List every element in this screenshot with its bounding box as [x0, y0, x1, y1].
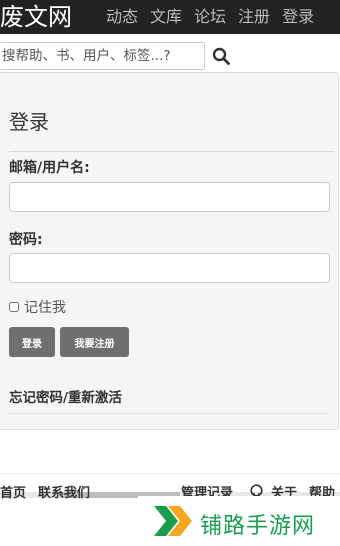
- username-label: 邮箱/用户名:: [9, 160, 90, 176]
- nav-item-register[interactable]: 注册: [238, 0, 270, 34]
- footer-contact-link[interactable]: 联系我们: [38, 482, 90, 501]
- site-logo[interactable]: 废文网: [0, 0, 72, 34]
- remember-me[interactable]: 记住我: [9, 298, 66, 316]
- remember-label: 记住我: [24, 300, 66, 316]
- title-divider: [9, 151, 334, 152]
- login-panel: 登录 邮箱/用户名: 密码: 记住我 登录 我要注册 忘记密码/重新激活: [0, 72, 339, 430]
- nav-menu: 动态 文库 论坛 注册 登录: [106, 0, 326, 34]
- watermark-badge: 铺路手游网: [138, 496, 340, 546]
- nav-item-forum[interactable]: 论坛: [194, 0, 226, 34]
- search-input[interactable]: [0, 42, 205, 70]
- forgot-divider: [9, 413, 328, 414]
- watermark-text: 铺路手游网: [200, 514, 316, 539]
- top-navbar: 废文网 动态 文库 论坛 注册 登录: [0, 0, 340, 34]
- search-icon: [212, 47, 230, 65]
- nav-item-login[interactable]: 登录: [282, 0, 314, 34]
- register-button[interactable]: 我要注册: [60, 327, 129, 357]
- search-bar: [0, 42, 340, 72]
- username-field[interactable]: [9, 182, 330, 212]
- password-label: 密码:: [9, 232, 43, 248]
- double-chevron-logo-icon: [154, 506, 192, 536]
- login-button[interactable]: 登录: [9, 327, 55, 357]
- forgot-password-link[interactable]: 忘记密码/重新激活: [9, 386, 122, 406]
- remember-checkbox[interactable]: [9, 302, 19, 312]
- search-button[interactable]: [210, 44, 232, 68]
- password-field[interactable]: [9, 253, 330, 283]
- footer-divider: [0, 473, 340, 474]
- nav-item-library[interactable]: 文库: [150, 0, 182, 34]
- footer-home-link[interactable]: 首页: [0, 482, 26, 501]
- nav-item-dynamics[interactable]: 动态: [106, 0, 138, 34]
- page-title: 登录: [9, 110, 49, 134]
